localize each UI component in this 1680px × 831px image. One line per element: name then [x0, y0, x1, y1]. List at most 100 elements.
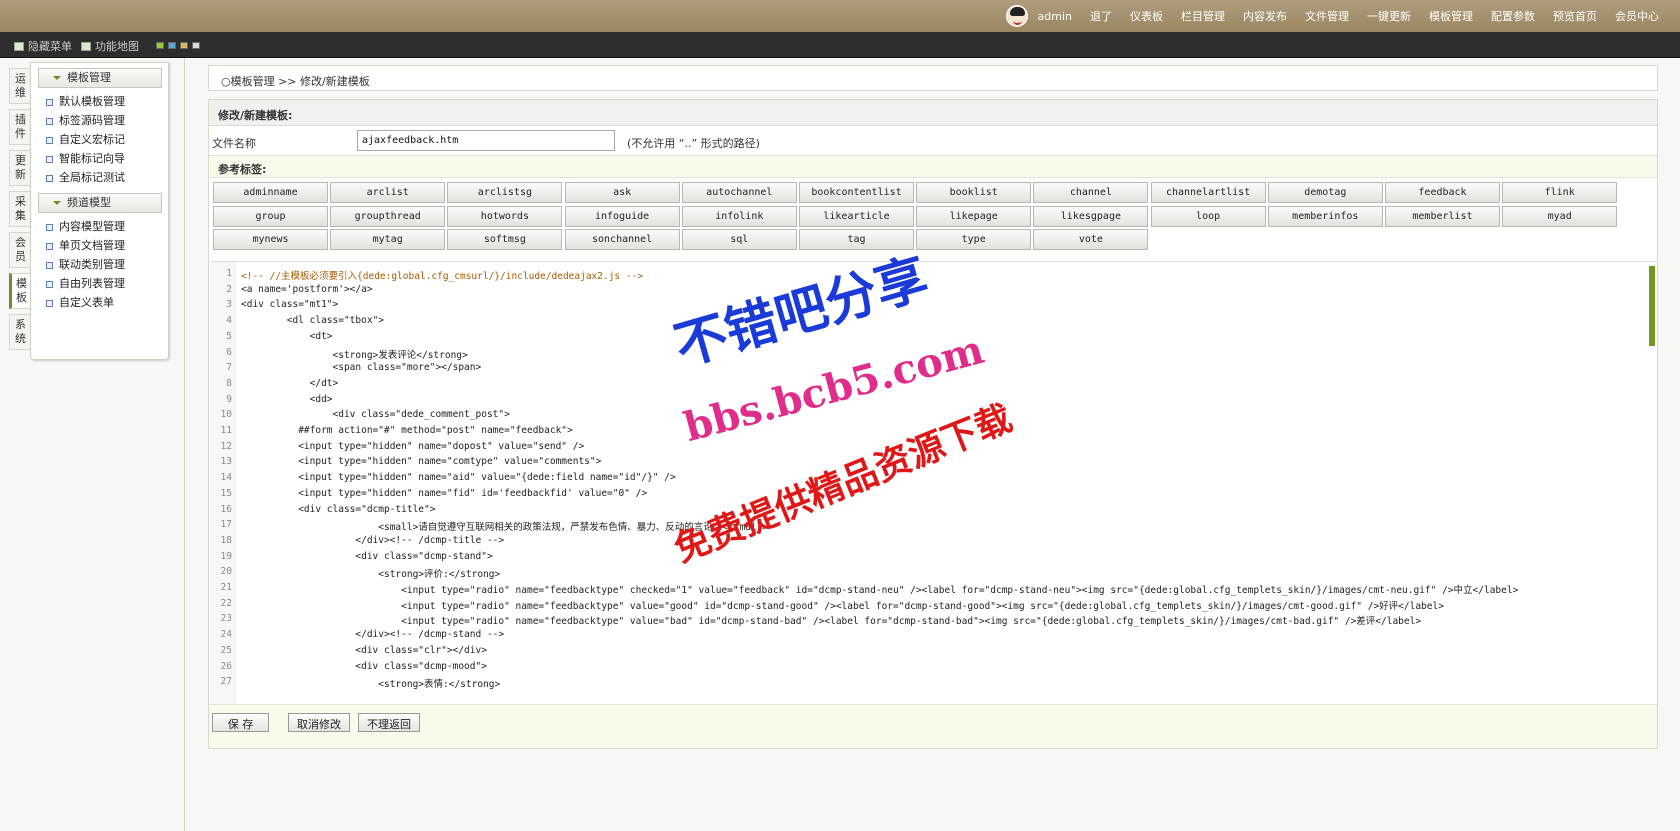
nav-preview[interactable]: 预览首页	[1553, 8, 1597, 24]
code-line[interactable]: <input type="radio" name="feedbacktype" …	[241, 582, 1518, 596]
code-line[interactable]: <div class="dcmp-title">	[241, 504, 435, 515]
nav-files[interactable]: 文件管理	[1305, 8, 1349, 24]
code-line[interactable]: <div class="clr"></div>	[241, 645, 487, 656]
code-line[interactable]: <div class="mt1">	[241, 299, 338, 310]
feature-map-button[interactable]: 功能地图	[81, 38, 139, 54]
tab-update[interactable]: 更 新	[9, 150, 31, 186]
tab-system[interactable]: 系 统	[9, 314, 31, 350]
tag-button-vote[interactable]: vote	[1033, 229, 1149, 250]
code-line[interactable]: <input type="radio" name="feedbacktype" …	[241, 598, 1444, 612]
tag-button-softmsg[interactable]: softmsg	[447, 229, 563, 250]
tag-button-sql[interactable]: sql	[681, 229, 797, 250]
code-line[interactable]: <span class="more"></span>	[241, 362, 482, 373]
tag-button-likepage[interactable]: likepage	[916, 205, 1032, 227]
nav-logout[interactable]: 退了	[1090, 8, 1112, 24]
code-line[interactable]: ##form action="#" method="post" name="fe…	[241, 425, 573, 436]
nav-dashboard[interactable]: 仪表板	[1130, 8, 1163, 24]
tag-button-bookcontentlist[interactable]: bookcontentlist	[799, 182, 914, 203]
code-line[interactable]: <dd>	[241, 394, 333, 405]
save-button[interactable]: 保 存	[212, 713, 269, 732]
menu-section-channel-models[interactable]: 频道模型	[38, 193, 162, 213]
nav-member[interactable]: 会员中心	[1615, 8, 1659, 24]
tag-button-infolink[interactable]: infolink	[681, 205, 797, 227]
code-line[interactable]: <dt>	[241, 331, 333, 342]
code-line[interactable]: <div class="dcmp-mood">	[241, 661, 487, 672]
tag-button-feedback[interactable]: feedback	[1385, 182, 1500, 203]
tab-ops[interactable]: 运 维	[9, 68, 31, 104]
nav-columns[interactable]: 栏目管理	[1181, 8, 1225, 24]
skin-blue-icon[interactable]	[168, 42, 176, 49]
code-line[interactable]: <!-- //主模板必须要引入{dede:global.cfg_cmsurl/}…	[241, 268, 643, 282]
menu-item-content-model[interactable]: 内容模型管理	[31, 217, 168, 236]
tag-button-infoguide[interactable]: infoguide	[564, 205, 680, 227]
code-line[interactable]: <strong>评价:</strong>	[241, 566, 500, 580]
code-line[interactable]: <strong>发表评论</strong>	[241, 347, 468, 361]
tag-button-tag[interactable]: tag	[799, 229, 914, 250]
code-line[interactable]: </div><!-- /dcmp-title -->	[241, 535, 504, 546]
tag-button-autochannel[interactable]: autochannel	[681, 182, 797, 203]
tag-button-type[interactable]: type	[916, 229, 1032, 250]
tag-button-ask[interactable]: ask	[564, 182, 680, 203]
menu-item-default-templates[interactable]: 默认模板管理	[31, 92, 168, 111]
code-line[interactable]: <a name='postform'></a>	[241, 284, 373, 295]
tab-members[interactable]: 会 员	[9, 232, 31, 268]
tag-button-likearticle[interactable]: likearticle	[799, 205, 914, 227]
tag-button-demotag[interactable]: demotag	[1267, 182, 1383, 203]
back-button[interactable]: 不理返回	[358, 713, 420, 732]
nav-templates[interactable]: 模板管理	[1429, 8, 1473, 24]
tag-button-arclist[interactable]: arclist	[330, 182, 446, 203]
user-name[interactable]: admin	[1038, 10, 1072, 23]
menu-item-tag-source[interactable]: 标签源码管理	[31, 111, 168, 130]
skin-gray-icon[interactable]	[192, 42, 200, 49]
tag-button-groupthread[interactable]: groupthread	[330, 205, 446, 227]
menu-item-tag-wizard[interactable]: 智能标记向导	[31, 149, 168, 168]
menu-section-templates[interactable]: 模板管理	[38, 68, 162, 88]
tag-button-memberlist[interactable]: memberlist	[1385, 205, 1500, 227]
code-editor[interactable]: 1 2 3 4 5 6 7 8 9 10 11 12 13 14 15 16 17 18 19 20 21 22 23 24 2…	[210, 261, 1657, 704]
skin-green-icon[interactable]	[156, 42, 164, 49]
tag-button-loop[interactable]: loop	[1150, 205, 1266, 227]
menu-item-global-tag-test[interactable]: 全局标记测试	[31, 168, 168, 187]
editor-scrollbar[interactable]	[1649, 266, 1655, 346]
code-line[interactable]: <dl class="tbox">	[241, 315, 384, 326]
tag-button-booklist[interactable]: booklist	[916, 182, 1032, 203]
tab-plugins[interactable]: 插 件	[9, 109, 31, 145]
tag-button-likesgpage[interactable]: likesgpage	[1033, 205, 1149, 227]
tag-button-mynews[interactable]: mynews	[213, 229, 328, 250]
hide-menu-button[interactable]: 隐藏菜单	[14, 38, 72, 54]
skin-yellow-icon[interactable]	[180, 42, 188, 49]
tag-button-mytag[interactable]: mytag	[330, 229, 446, 250]
code-line[interactable]: <input type="hidden" name="fid" id='feed…	[241, 488, 647, 499]
tag-button-memberinfos[interactable]: memberinfos	[1267, 205, 1383, 227]
nav-config[interactable]: 配置参数	[1491, 8, 1535, 24]
tag-button-myad[interactable]: myad	[1502, 205, 1618, 227]
tag-button-adminname[interactable]: adminname	[213, 182, 328, 203]
tab-templates[interactable]: 模 板	[9, 273, 31, 309]
tag-button-hotwords[interactable]: hotwords	[447, 205, 563, 227]
code-line[interactable]: </div><!-- /dcmp-stand -->	[241, 629, 504, 640]
menu-item-custom-macro[interactable]: 自定义宏标记	[31, 130, 168, 149]
tag-button-flink[interactable]: flink	[1502, 182, 1618, 203]
tag-button-sonchannel[interactable]: sonchannel	[564, 229, 680, 250]
menu-item-single-page[interactable]: 单页文档管理	[31, 236, 168, 255]
menu-item-custom-form[interactable]: 自定义表单	[31, 293, 168, 312]
code-line[interactable]: <input type="hidden" name="dopost" value…	[241, 441, 584, 452]
code-line[interactable]: <input type="hidden" name="aid" value="{…	[241, 472, 676, 483]
nav-publish[interactable]: 内容发布	[1243, 8, 1287, 24]
tab-collect[interactable]: 采 集	[9, 191, 31, 227]
menu-item-free-list[interactable]: 自由列表管理	[31, 274, 168, 293]
tag-button-channel[interactable]: channel	[1033, 182, 1149, 203]
nav-update[interactable]: 一键更新	[1367, 8, 1411, 24]
avatar-icon[interactable]	[1005, 5, 1028, 27]
code-line[interactable]: <div class="dcmp-stand">	[241, 551, 492, 562]
tag-button-arclistsg[interactable]: arclistsg	[447, 182, 563, 203]
code-line[interactable]: </dt>	[241, 378, 339, 389]
code-line[interactable]: <small>请自觉遵守互联网相关的政策法规，严禁发布色情、暴力、反动的言论。<…	[241, 519, 768, 533]
filename-input[interactable]	[357, 130, 615, 151]
code-line[interactable]: <input type="hidden" name="comtype" valu…	[241, 456, 601, 467]
cancel-button[interactable]: 取消修改	[288, 713, 350, 732]
code-line[interactable]: <div class="dede_comment_post">	[241, 409, 510, 420]
code-line[interactable]: <input type="radio" name="feedbacktype" …	[241, 613, 1421, 627]
menu-item-linkage-category[interactable]: 联动类别管理	[31, 255, 168, 274]
tag-button-group[interactable]: group	[213, 205, 328, 227]
